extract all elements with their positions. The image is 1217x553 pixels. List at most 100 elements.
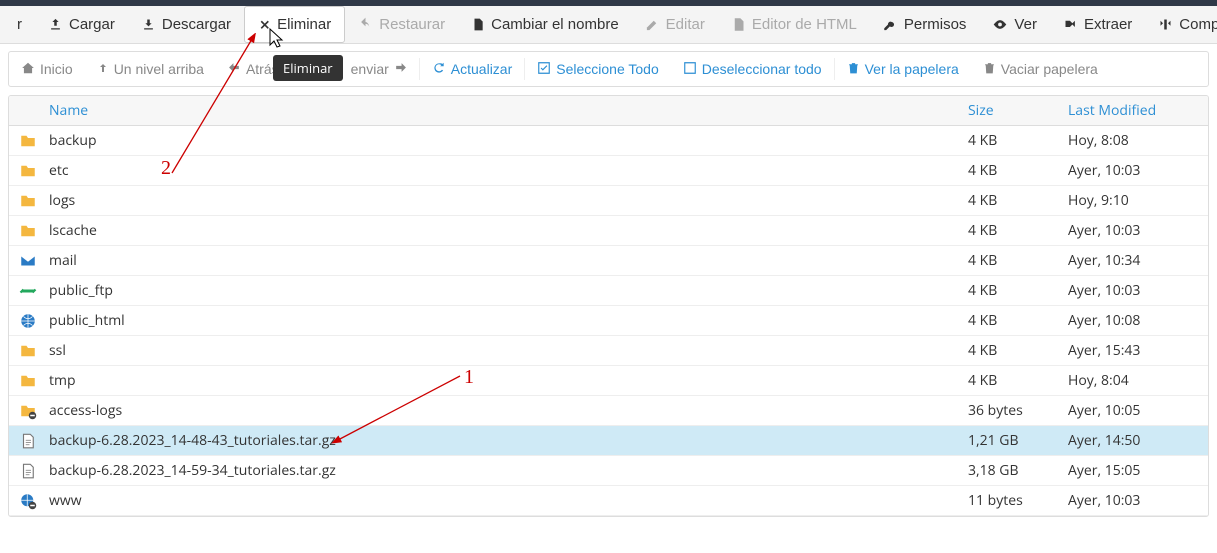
col-modified-header[interactable]: Last Modified [1068,101,1208,120]
table-row[interactable]: access-logs36 bytesAyer, 10:05 [9,396,1208,426]
extract-button[interactable]: Extraer [1050,6,1145,43]
upload-rest-label: r [17,16,22,33]
html-editor-label: Editor de HTML [752,16,857,33]
row-modified: Hoy, 9:10 [1068,191,1208,210]
row-size: 4 KB [968,341,1068,360]
row-size: 4 KB [968,311,1068,330]
upload-icon [48,17,63,32]
edit-button: Editar [632,6,718,43]
table-row[interactable]: backup4 KBHoy, 8:08 [9,126,1208,156]
select-all-label: Seleccione Todo [556,61,658,77]
compress-icon [1158,17,1173,32]
up-arrow-icon [97,61,109,78]
view-label: Ver [1014,16,1037,33]
row-modified: Hoy, 8:04 [1068,371,1208,390]
restore-button: Restaurar [345,6,458,43]
table-row[interactable]: www11 bytesAyer, 10:03 [9,486,1208,516]
table-row[interactable]: tmp4 KBHoy, 8:04 [9,366,1208,396]
undo-icon [358,17,373,32]
secondary-toolbar: Inicio Un nivel arriba Atrás enviar Actu… [8,51,1209,87]
row-size: 4 KB [968,131,1068,150]
tooltip: Eliminar [273,55,343,81]
download-label: Descargar [162,16,231,33]
view-button[interactable]: Ver [979,6,1050,43]
row-modified: Ayer, 14:50 [1068,431,1208,450]
home-button[interactable]: Inicio [9,52,85,86]
compress-label: Comprimir [1179,16,1217,33]
compress-button[interactable]: Comprimir [1145,6,1217,43]
extract-icon [1063,17,1078,32]
view-trash-button[interactable]: Ver la papelera [835,52,971,86]
level-up-label: Un nivel arriba [114,61,204,77]
permissions-label: Permisos [904,16,967,33]
row-modified: Ayer, 15:05 [1068,461,1208,480]
row-modified: Ayer, 10:03 [1068,161,1208,180]
row-name: public_ftp [47,281,968,300]
eye-icon [992,17,1008,32]
extract-label: Extraer [1084,16,1132,33]
back-arrow-icon [228,61,241,77]
download-icon [141,17,156,32]
row-size: 4 KB [968,221,1068,240]
table-row[interactable]: ssl4 KBAyer, 15:43 [9,336,1208,366]
row-icon-linkfold [9,402,47,420]
table-row[interactable]: backup-6.28.2023_14-59-34_tutoriales.tar… [9,456,1208,486]
row-icon-link [9,282,47,300]
select-all-button[interactable]: Seleccione Todo [525,52,670,86]
table-row[interactable]: public_html4 KBAyer, 10:08 [9,306,1208,336]
row-name: public_html [47,311,968,330]
table-row[interactable]: lscache4 KBAyer, 10:03 [9,216,1208,246]
upload-button[interactable]: Cargar [35,6,128,43]
row-name: logs [47,191,968,210]
restore-label: Restaurar [379,16,445,33]
row-icon-folder [9,342,47,360]
row-icon-globe [9,312,47,330]
table-row[interactable]: etc4 KBAyer, 10:03 [9,156,1208,186]
html-editor-button: Editor de HTML [718,6,870,43]
table-row[interactable]: mail4 KBAyer, 10:34 [9,246,1208,276]
main-toolbar: r Cargar Descargar Eliminar Restaurar Ca… [0,6,1217,44]
rename-label: Cambiar el nombre [491,16,619,33]
rename-button[interactable]: Cambiar el nombre [458,6,632,43]
row-icon-file [9,462,47,480]
edit-label: Editar [666,16,705,33]
upload-rest-button[interactable]: r [4,6,35,43]
view-trash-label: Ver la papelera [865,61,959,77]
row-icon-file [9,432,47,450]
row-size: 4 KB [968,161,1068,180]
row-modified: Ayer, 10:03 [1068,491,1208,510]
row-size: 36 bytes [968,401,1068,420]
row-size: 1,21 GB [968,431,1068,450]
col-size-header[interactable]: Size [968,101,1068,120]
forward-arrow-icon [394,61,407,77]
col-name-header[interactable]: Name [47,101,968,120]
home-icon [21,61,35,78]
delete-label: Eliminar [277,16,331,33]
download-button[interactable]: Descargar [128,6,244,43]
empty-trash-button[interactable]: Vaciar papelera [971,52,1110,86]
row-modified: Ayer, 10:34 [1068,251,1208,270]
table-row[interactable]: public_ftp4 KBAyer, 10:03 [9,276,1208,306]
row-name: backup-6.28.2023_14-48-43_tutoriales.tar… [47,431,968,450]
row-name: ssl [47,341,968,360]
row-name: www [47,491,968,510]
deselect-all-button[interactable]: Deseleccionar todo [671,52,834,86]
level-up-button[interactable]: Un nivel arriba [85,52,216,86]
row-name: access-logs [47,401,968,420]
permissions-button[interactable]: Permisos [870,6,980,43]
pencil-icon [645,17,660,32]
row-modified: Ayer, 10:05 [1068,401,1208,420]
upload-label: Cargar [69,16,115,33]
refresh-button[interactable]: Actualizar [420,52,524,86]
deselect-all-label: Deseleccionar todo [702,61,822,77]
row-modified: Hoy, 8:08 [1068,131,1208,150]
table-row[interactable]: backup-6.28.2023_14-48-43_tutoriales.tar… [9,426,1208,456]
close-icon [258,18,271,31]
table-header: Name Size Last Modified [9,96,1208,126]
row-size: 4 KB [968,251,1068,270]
table-row[interactable]: logs4 KBHoy, 9:10 [9,186,1208,216]
row-size: 3,18 GB [968,461,1068,480]
file-table: Name Size Last Modified backup4 KBHoy, 8… [8,95,1209,517]
delete-button[interactable]: Eliminar [244,6,345,43]
row-size: 4 KB [968,191,1068,210]
